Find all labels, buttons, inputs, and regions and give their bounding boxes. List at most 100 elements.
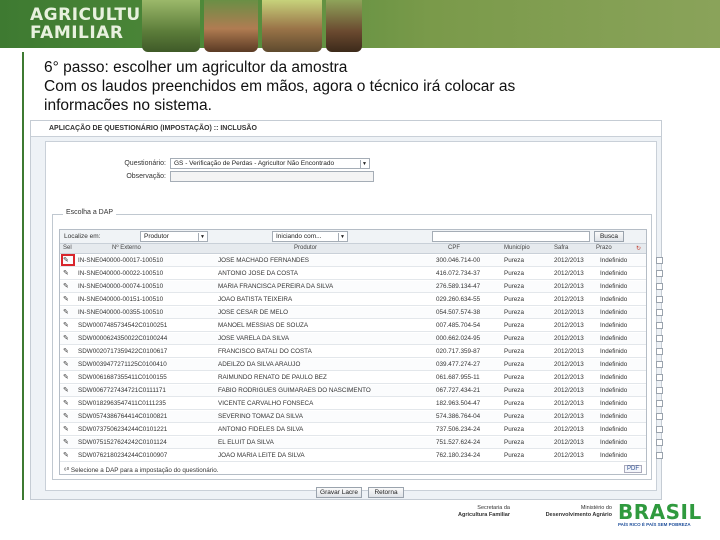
select-pencil-icon[interactable]: ✎ xyxy=(63,452,73,460)
col-cpf: CPF xyxy=(448,245,460,251)
cell-municipio: Pureza xyxy=(504,361,524,368)
cell-cpf: 039.477.274-27 xyxy=(436,361,481,368)
table-row[interactable]: ✎ IN-SNE040000-00074-100510 MARIA FRANCISC… xyxy=(60,281,663,293)
table-row[interactable]: ✎ IN-SNE040000-00022-100510 ANTONIO JOSE D… xyxy=(60,268,663,280)
confirm-button[interactable]: Gravar Lacre xyxy=(316,487,362,498)
select-pencil-icon[interactable]: ✎ xyxy=(63,426,73,434)
select-pencil-icon[interactable]: ✎ xyxy=(63,413,73,421)
cell-cpf: 067.727.434-21 xyxy=(436,387,481,394)
row-checkbox[interactable] xyxy=(656,361,663,368)
cell-produtor: JOSE CESAR DE MELO xyxy=(218,309,288,316)
farmer-photo-2 xyxy=(204,0,258,52)
cell-municipio: Pureza xyxy=(504,257,524,264)
cell-municipio: Pureza xyxy=(504,322,524,329)
cell-prazo: Indefinido xyxy=(600,400,628,407)
row-checkbox[interactable] xyxy=(656,270,663,277)
cell-cpf: 751.527.624-24 xyxy=(436,439,481,446)
brasil-logo: BRASIL PAÍS RICO É PAÍS SEM POBREZA xyxy=(618,500,710,530)
secretaria-line2: Agricultura Familiar xyxy=(458,512,510,518)
row-checkbox[interactable] xyxy=(656,452,663,459)
table-row[interactable]: ✎ SDW0020717359422C0100617 FRANCISCO BATAL… xyxy=(60,346,663,358)
select-pencil-icon[interactable]: ✎ xyxy=(63,439,73,447)
table-row[interactable]: ✎ SDW0737506234244C0101221 ANTONIO FIDELES… xyxy=(60,424,663,436)
table-row[interactable]: ✎ SDW0061687355411C0100155 RAIMUNDO RENATO… xyxy=(60,372,663,384)
col-produtor: Produtor xyxy=(294,245,318,251)
row-checkbox[interactable] xyxy=(656,283,663,290)
cell-ext: SDW0067727434721C0111171 xyxy=(78,387,166,394)
select-pencil-icon[interactable]: ✎ xyxy=(63,309,73,317)
row-checkbox[interactable] xyxy=(656,374,663,381)
cell-prazo: Indefinido xyxy=(600,439,628,446)
select-pencil-icon[interactable]: ✎ xyxy=(63,296,73,304)
caption-line2: Com os laudos preenchidos em mãos, agora… xyxy=(44,78,516,95)
select-pencil-icon[interactable]: ✎ xyxy=(63,361,73,369)
observacao-input[interactable] xyxy=(170,171,374,182)
row-checkbox[interactable] xyxy=(656,426,663,433)
cell-ext: IN-SNE040000-00355-100510 xyxy=(78,309,164,316)
table-row[interactable]: ✎ SDW0000624350022C0100244 JOSE VARELA DA … xyxy=(60,333,663,345)
cell-safra: 2012/2013 xyxy=(554,439,584,446)
cell-ext: SDW0574386764414C0100821 xyxy=(78,413,168,420)
cell-produtor: JOÃO BATISTA TEIXEIRA xyxy=(218,296,293,303)
row-checkbox[interactable] xyxy=(656,322,663,329)
table-row[interactable]: ✎ SDW0007485734542C0100251 MANOEL MESSIAS … xyxy=(60,320,663,332)
cell-cpf: 574.386.764-04 xyxy=(436,413,481,420)
filter-field-select[interactable]: Produtor ▼ xyxy=(140,231,208,242)
cell-municipio: Pureza xyxy=(504,413,524,420)
cell-ext: IN-SNE040000-00022-100510 xyxy=(78,270,164,277)
back-button[interactable]: Retorna xyxy=(368,487,404,498)
select-pencil-icon[interactable]: ✎ xyxy=(63,283,73,291)
col-safra: Safra xyxy=(554,245,569,251)
row-checkbox[interactable] xyxy=(656,387,663,394)
table-row[interactable]: ✎ IN-SNE040000-00151-100510 JOÃO BATISTA T… xyxy=(60,294,663,306)
table-row[interactable]: ✎ SDW0067727434721C0111171 FABIO RODRIGUES… xyxy=(60,385,663,397)
row-checkbox[interactable] xyxy=(656,309,663,316)
cell-produtor: ANTONIO FIDELES DA SILVA xyxy=(218,426,304,433)
row-checkbox[interactable] xyxy=(656,348,663,355)
questionario-label: Questionário: xyxy=(124,160,166,167)
filter-label: Localize em: xyxy=(64,233,101,240)
ministerio-logo: Ministério do Desenvolvimento Agrário xyxy=(526,505,612,519)
search-button[interactable]: Busca xyxy=(594,231,624,242)
cell-produtor: JOÃO MARIA LEITE DA SILVA xyxy=(218,452,305,459)
select-pencil-icon[interactable]: ✎ xyxy=(63,400,73,408)
table-row[interactable]: ✎ SDW0039477271125C0100410 ADEILZO DA SILV… xyxy=(60,359,663,371)
filter-field-value: Produtor xyxy=(144,233,169,240)
table-row[interactable]: ✎ SDW0182963547411C0111235 VICENTE CARVALH… xyxy=(60,398,663,410)
table-row[interactable]: ✎ SDW0762180234244C0100907 JOÃO MARIA LEIT… xyxy=(60,450,663,462)
cell-ext: SDW0039477271125C0100410 xyxy=(78,361,167,368)
select-pencil-icon[interactable]: ✎ xyxy=(63,322,73,330)
questionario-select[interactable]: GS - Verificação de Perdas - Agricultor … xyxy=(170,158,370,169)
footer-note-text: Selecione a DAP para a impostação do que… xyxy=(70,467,219,474)
row-checkbox[interactable] xyxy=(656,296,663,303)
row-checkbox[interactable] xyxy=(656,335,663,342)
filter-search-input[interactable] xyxy=(432,231,590,242)
select-pencil-icon[interactable]: ✎ xyxy=(63,348,73,356)
table-row[interactable]: ✎ IN-SNE040000-00355-100510 JOSE CESAR DE … xyxy=(60,307,663,319)
select-pencil-icon[interactable]: ✎ xyxy=(63,270,73,278)
row-checkbox[interactable] xyxy=(656,439,663,446)
table-row[interactable]: ✎ SDW0751527624242C0101124 EL ELUIT DA SIL… xyxy=(60,437,663,449)
cell-produtor: FABIO RODRIGUES GUIMARAES DO NASCIMENTO xyxy=(218,387,371,394)
select-pencil-icon[interactable]: ✎ xyxy=(63,387,73,395)
ministerio-line1: Ministério do xyxy=(580,505,612,511)
table-row[interactable]: ✎ IN-SNE040000-00017-100510 JOSE MACHADO F… xyxy=(60,254,663,267)
select-pencil-icon[interactable]: ✎ xyxy=(63,374,73,382)
dap-fieldset: Escolha a DAP Localize em: Produtor ▼ In… xyxy=(52,209,663,480)
cell-produtor: VICENTE CARVALHO FONSECA xyxy=(218,400,314,407)
row-checkbox[interactable] xyxy=(656,257,663,264)
cell-ext: SDW0762180234244C0100907 xyxy=(78,452,168,459)
row-checkbox[interactable] xyxy=(656,413,663,420)
row-checkbox[interactable] xyxy=(656,400,663,407)
filter-match-select[interactable]: Iniciando com... ▼ xyxy=(272,231,348,242)
select-pencil-icon[interactable]: ✎ xyxy=(63,335,73,343)
table-row[interactable]: ✎ SDW0574386764414C0100821 SEVERINO TOMAZ … xyxy=(60,411,663,423)
col-prazo: Prazo xyxy=(596,245,612,251)
cell-ext: IN-SNE040000-00151-100510 xyxy=(78,296,164,303)
refresh-icon[interactable]: ↻ xyxy=(636,245,641,252)
cell-prazo: Indefinido xyxy=(600,296,628,303)
cell-safra: 2012/2013 xyxy=(554,309,584,316)
cell-cpf: 054.507.574-38 xyxy=(436,309,481,316)
pdf-button[interactable]: PDF xyxy=(624,465,642,473)
selection-highlight xyxy=(61,254,75,266)
